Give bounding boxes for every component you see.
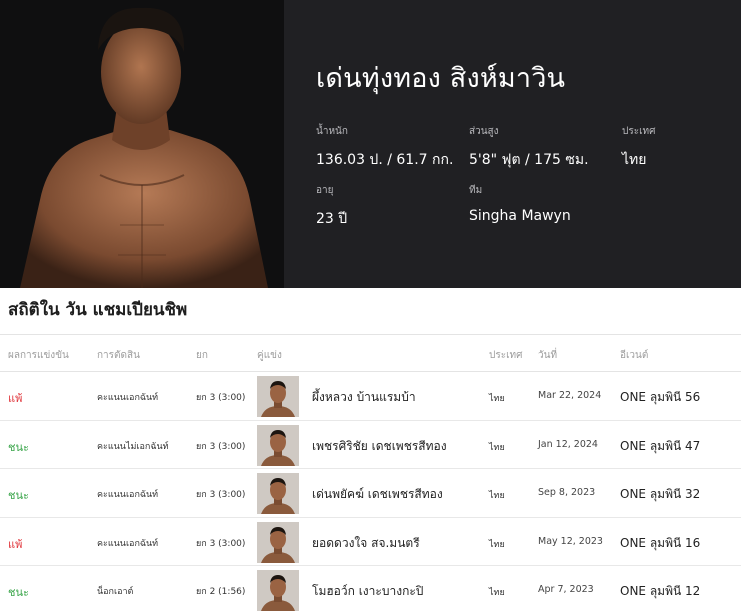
row-result: ชนะ [8, 489, 29, 502]
stat-team: ทีม Singha Mawyn [469, 183, 571, 224]
row-country: ไทย [489, 539, 505, 550]
stat-height-value: 5'8" ฟุต / 175 ซม. [469, 152, 589, 168]
row-opponent-link[interactable]: เด่นพยัคฆ์ เดชเพชรสีทอง [312, 485, 443, 504]
stat-age-label: อายุ [316, 185, 334, 196]
athlete-info-panel: เด่นทุ่งทอง สิงห์มาวิน น้ำหนัก 136.03 ป.… [284, 0, 741, 288]
table-row[interactable]: แพ้ คะแนนเอกฉันท์ ยก 3 (3:00) ยอดดวงใจ สจ.ม… [0, 518, 741, 566]
header-round: ยก [196, 350, 208, 361]
row-method: คะแนนเอกฉันท์ [97, 538, 159, 549]
stat-age-value: 23 ปี [316, 211, 348, 227]
stat-country: ประเทศ ไทย [622, 124, 655, 171]
row-method: คะแนนเอกฉันท์ [97, 490, 159, 500]
row-country: ไทย [489, 394, 505, 404]
row-opponent-link[interactable]: ผึ้งหลวง บ้านแรมบ้า [312, 388, 416, 407]
row-round: ยก 3 (3:00) [196, 490, 246, 500]
row-date: Sep 8, 2023 [538, 487, 596, 498]
stat-height: ส่วนสูง 5'8" ฟุต / 175 ซม. [469, 124, 589, 171]
row-round: ยก 2 (1:56) [196, 587, 246, 597]
table-body: แพ้ คะแนนเอกฉันท์ ยก 3 (3:00) ผึ้งหลวง บ้าน… [0, 372, 741, 611]
row-result: แพ้ [8, 392, 23, 405]
athlete-hero: เด่นทุ่งทอง สิงห์มาวิน น้ำหนัก 136.03 ป.… [0, 0, 741, 288]
row-country: ไทย [489, 491, 505, 501]
row-date: Mar 22, 2024 [538, 390, 602, 401]
row-event-link[interactable]: ONE ลุมพินี 16 [620, 534, 700, 553]
stat-weight-value: 136.03 ป. / 61.7 กก. [316, 152, 454, 168]
row-method: คะแนนเอกฉันท์ [97, 393, 159, 403]
opponent-avatar[interactable] [257, 521, 299, 563]
opponent-avatar[interactable] [257, 570, 299, 611]
header-country: ประเทศ [489, 350, 523, 361]
stat-weight-label: น้ำหนัก [316, 126, 348, 137]
athlete-portrait-image [20, 7, 268, 288]
row-event-link[interactable]: ONE ลุมพินี 47 [620, 437, 700, 456]
row-event-link[interactable]: ONE ลุมพินี 32 [620, 485, 700, 504]
table-row[interactable]: แพ้ คะแนนเอกฉันท์ ยก 3 (3:00) ผึ้งหลวง บ้าน… [0, 372, 741, 421]
header-event: อีเวนต์ [620, 350, 649, 361]
stat-team-label: ทีม [469, 185, 483, 196]
athlete-name: เด่นทุ่งทอง สิงห์มาวิน [316, 63, 566, 94]
row-date: Jan 12, 2024 [538, 438, 598, 450]
stat-team-value: Singha Mawyn [469, 208, 571, 224]
row-result: แพ้ [8, 537, 23, 551]
fight-record-table: ผลการแข่งขัน การตัดสิน ยก คู่แข่ง ประเทศ… [0, 334, 741, 611]
stat-weight: น้ำหนัก 136.03 ป. / 61.7 กก. [316, 124, 453, 171]
header-result: ผลการแข่งขัน [8, 350, 69, 361]
row-country: ไทย [489, 588, 505, 598]
header-date: วันที่ [538, 350, 558, 361]
opponent-avatar[interactable] [257, 376, 299, 417]
stat-country-value: ไทย [622, 152, 647, 168]
record-section-title: สถิติใน วัน แชมเปียนชิพ [8, 300, 188, 320]
stat-age: อายุ 23 ปี [316, 183, 347, 230]
table-header-row: ผลการแข่งขัน การตัดสิน ยก คู่แข่ง ประเทศ… [0, 334, 741, 372]
table-row[interactable]: ชนะ คะแนนไม่เอกฉันท์ ยก 3 (3:00) เพชรศิริชั… [0, 421, 741, 469]
row-round: ยก 3 (3:00) [196, 538, 246, 549]
row-result: ชนะ [8, 586, 29, 599]
row-method: คะแนนไม่เอกฉันท์ [97, 441, 169, 452]
table-row[interactable]: ชนะ คะแนนเอกฉันท์ ยก 3 (3:00) เด่นพยัคฆ์ เด… [0, 469, 741, 518]
athlete-photo [0, 0, 284, 288]
row-round: ยก 3 (3:00) [196, 441, 246, 452]
row-date: May 12, 2023 [538, 535, 603, 547]
row-result: ชนะ [8, 440, 29, 454]
row-event-link[interactable]: ONE ลุมพินี 12 [620, 582, 700, 601]
header-method: การตัดสิน [97, 350, 140, 361]
stat-country-label: ประเทศ [622, 126, 656, 137]
opponent-avatar[interactable] [257, 424, 299, 466]
row-country: ไทย [489, 442, 505, 453]
row-opponent-link[interactable]: โมฮอว์ก เงาะบางกะปิ [312, 582, 423, 601]
opponent-avatar[interactable] [257, 473, 299, 514]
stat-height-label: ส่วนสูง [469, 126, 499, 137]
row-opponent-link[interactable]: ยอดดวงใจ สจ.มนตรี [312, 534, 420, 553]
header-opponent: คู่แข่ง [257, 350, 282, 361]
row-event-link[interactable]: ONE ลุมพินี 56 [620, 388, 700, 407]
row-method: น็อกเอาต์ [97, 587, 134, 597]
row-round: ยก 3 (3:00) [196, 393, 246, 403]
table-row[interactable]: ชนะ น็อกเอาต์ ยก 2 (1:56) โมฮอว์ก เงาะบางกะ… [0, 566, 741, 611]
row-opponent-link[interactable]: เพชรศิริชัย เดชเพชรสีทอง [312, 437, 447, 456]
row-date: Apr 7, 2023 [538, 584, 594, 595]
